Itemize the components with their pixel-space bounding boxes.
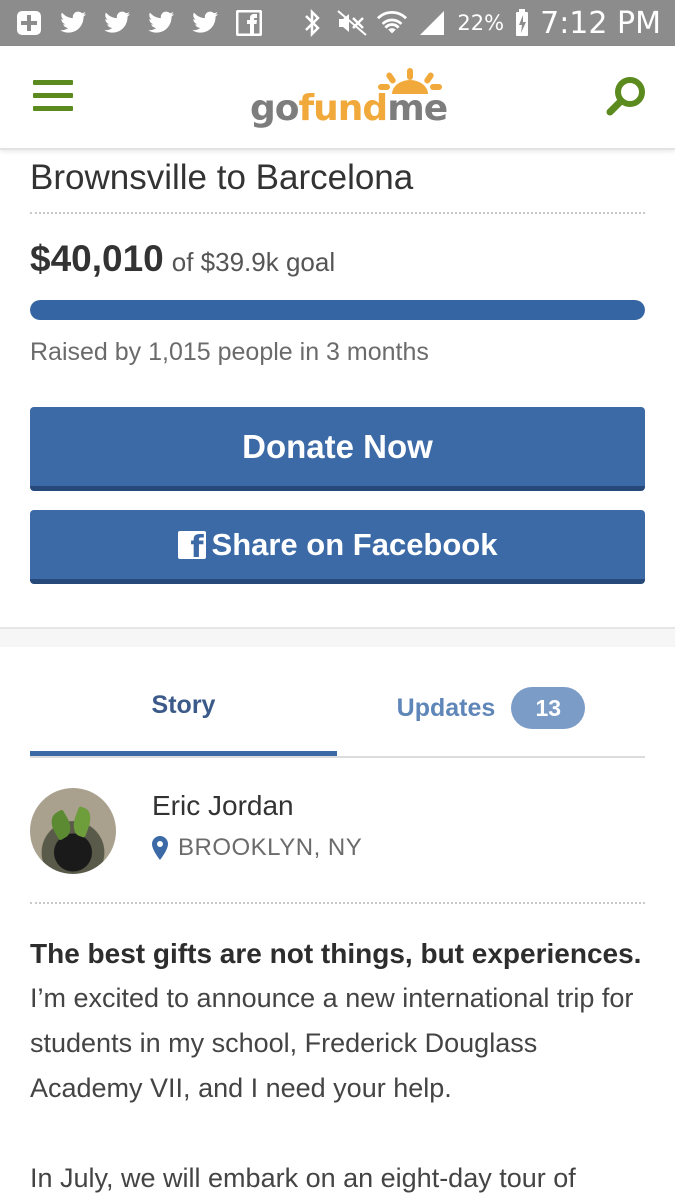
signal-icon [417, 8, 447, 38]
goal-text: of $39.9k goal [171, 247, 336, 277]
divider [30, 902, 645, 904]
share-facebook-button[interactable]: Share on Facebook [30, 510, 645, 584]
organizer-name[interactable]: Eric Jordan [152, 790, 294, 822]
clock: 7:12 PM [540, 5, 661, 41]
donate-button[interactable]: Donate Now [30, 407, 645, 491]
logo-go: go [250, 88, 300, 129]
section-divider [0, 627, 675, 647]
content-tabs: Story Updates 13 [30, 660, 645, 758]
hamburger-menu-icon[interactable] [33, 80, 73, 112]
tab-story-label: Story [151, 691, 216, 719]
story-body: The best gifts are not things, but exper… [30, 932, 655, 1201]
plus-notification-icon [14, 8, 44, 38]
story-paragraph: In July, we will embark on an eight-day … [30, 1163, 576, 1193]
logo-me: me [387, 88, 448, 129]
updates-count-badge: 13 [511, 687, 586, 729]
facebook-icon [177, 530, 206, 559]
funding-summary: $40,010 of $39.9k goal [30, 238, 335, 286]
organizer-avatar[interactable] [30, 788, 116, 874]
app-header: gofundme [0, 46, 675, 150]
twitter-icon [190, 8, 220, 38]
bluetooth-icon [297, 8, 327, 38]
twitter-icon [102, 8, 132, 38]
raised-by-text: Raised by 1,015 people in 3 months [30, 338, 429, 366]
battery-percent: 22% [457, 11, 505, 35]
amount-raised: $40,010 [30, 238, 164, 279]
wifi-icon [377, 8, 408, 38]
status-bar: 22% 7:12 PM [0, 0, 675, 46]
progress-bar [30, 300, 645, 320]
facebook-notification-icon [234, 8, 264, 38]
tab-story[interactable]: Story [30, 660, 337, 756]
twitter-icon [58, 8, 88, 38]
system-status: 22% 7:12 PM [297, 6, 661, 41]
story-headline: The best gifts are not things, but exper… [30, 938, 642, 969]
organizer-location: BROOKLYN, NY [152, 834, 362, 862]
campaign-title: Brownsville to Barcelona [30, 156, 645, 214]
notification-icons [14, 8, 264, 38]
search-icon[interactable] [604, 76, 648, 120]
gofundme-logo[interactable]: gofundme [250, 68, 460, 132]
twitter-icon [146, 8, 176, 38]
logo-fund: fund [298, 88, 389, 129]
progress-fill [30, 300, 645, 320]
tab-updates[interactable]: Updates 13 [337, 660, 645, 756]
organizer-location-text: BROOKLYN, NY [178, 834, 363, 861]
location-pin-icon [152, 836, 168, 860]
story-paragraph: I’m excited to announce a new internatio… [30, 983, 634, 1103]
mute-icon [337, 8, 368, 38]
share-facebook-label: Share on Facebook [211, 526, 498, 562]
battery-charging-icon [514, 8, 530, 38]
tab-updates-label: Updates [396, 693, 496, 722]
